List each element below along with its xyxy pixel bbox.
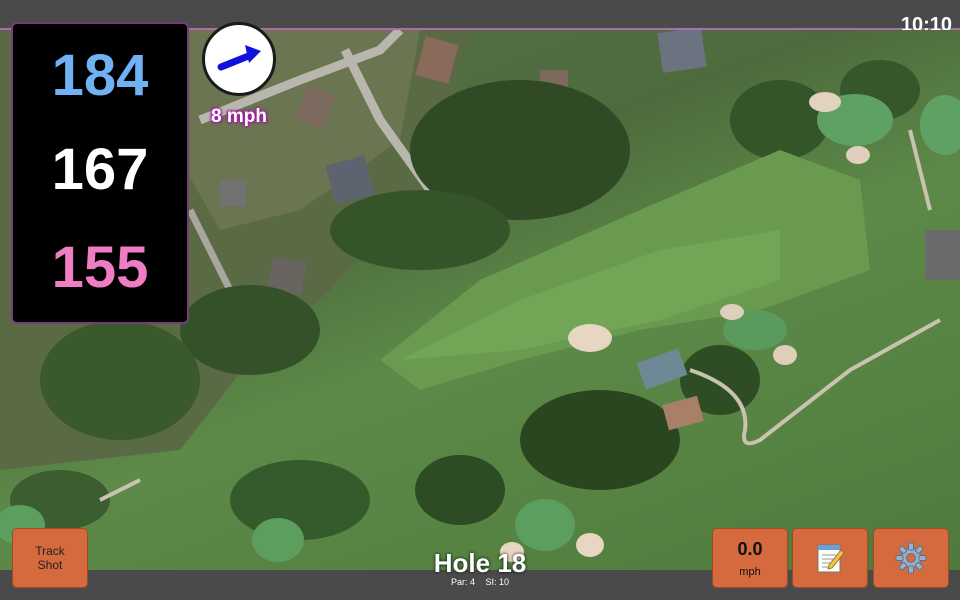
hole-title: Hole 18 — [433, 548, 527, 578]
track-shot-label-line2: Shot — [37, 558, 63, 572]
arrow-up-right-icon — [217, 45, 261, 71]
track-shot-button[interactable]: Track Shot — [12, 528, 88, 588]
distance-back: 184 — [51, 43, 149, 108]
gear-icon — [895, 542, 927, 574]
track-shot-label-line1: Track — [35, 544, 65, 558]
wind-direction-indicator — [202, 22, 276, 96]
wind-speed: 8 mph — [211, 106, 267, 127]
hole-stroke-index: SI: 10 — [485, 577, 510, 587]
speed-button[interactable]: 0.0 mph — [712, 528, 788, 588]
speed-unit: mph — [739, 565, 761, 578]
distance-front: 155 — [51, 235, 149, 300]
settings-button[interactable] — [873, 528, 949, 588]
distance-middle: 167 — [51, 137, 149, 202]
notes-button[interactable] — [792, 528, 868, 588]
speed-value: 0.0 — [737, 538, 763, 559]
hole-par: Par: 4 — [450, 577, 475, 587]
notepad-icon — [817, 544, 845, 573]
hole-info: Par: 4 SI: 10 — [380, 577, 580, 587]
distance-panel: 184 167 155 — [11, 22, 189, 324]
